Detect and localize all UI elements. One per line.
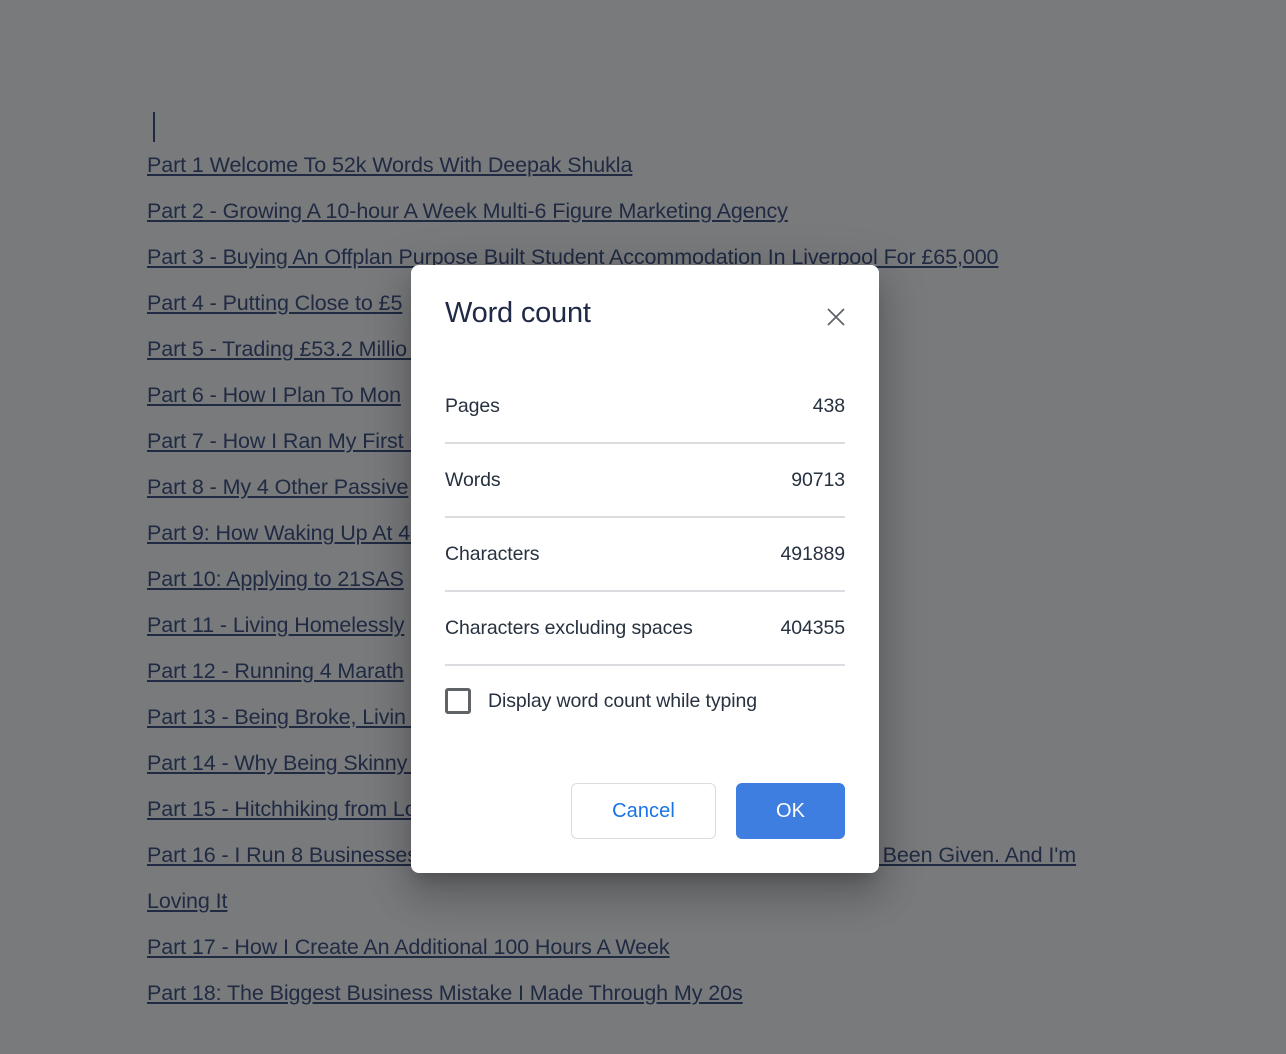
stat-value-words: 90713 [791, 468, 845, 491]
stat-row-characters-excluding-spaces: Characters excluding spaces 404355 [445, 592, 845, 666]
stat-label-words: Words [445, 468, 501, 491]
app-stage: Part 1 Welcome To 52k Words With Deepak … [0, 0, 1286, 1054]
ok-button[interactable]: OK [736, 783, 845, 839]
cancel-button[interactable]: Cancel [571, 783, 716, 839]
dialog-footer: Cancel OK [411, 783, 879, 873]
dialog-title: Word count [445, 297, 591, 329]
stat-row-words: Words 90713 [445, 444, 845, 518]
display-word-count-checkbox[interactable] [445, 688, 471, 714]
display-word-count-label: Display word count while typing [488, 689, 757, 712]
display-word-count-checkbox-row[interactable]: Display word count while typing [445, 688, 845, 714]
stat-value-characters: 491889 [780, 542, 846, 565]
dialog-header: Word count [411, 265, 879, 334]
word-count-stats: Pages 438 Words 90713 Characters 491889 … [445, 370, 845, 666]
stat-value-characters-excluding-spaces: 404355 [780, 616, 846, 639]
stat-row-pages: Pages 438 [445, 370, 845, 444]
stat-row-characters: Characters 491889 [445, 518, 845, 592]
stat-label-characters: Characters [445, 542, 540, 565]
close-icon[interactable] [819, 300, 853, 334]
stat-label-pages: Pages [445, 394, 500, 417]
word-count-dialog: Word count Pages 438 Words 90713 Charact… [411, 265, 879, 873]
stat-label-characters-excluding-spaces: Characters excluding spaces [445, 616, 693, 639]
stat-value-pages: 438 [812, 394, 845, 417]
